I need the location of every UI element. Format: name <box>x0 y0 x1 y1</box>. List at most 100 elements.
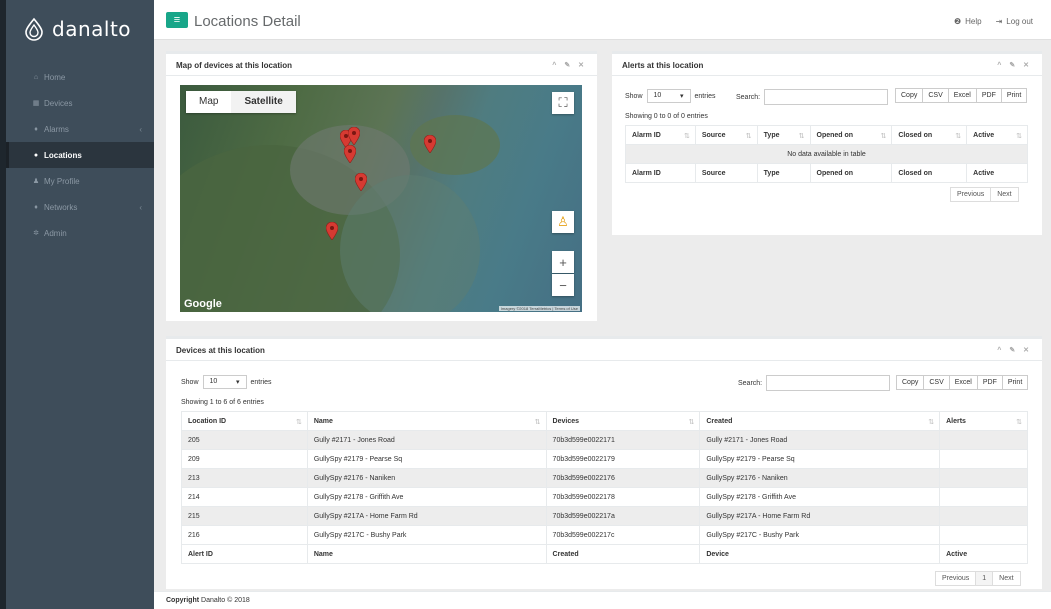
alerts-copy-button[interactable]: Copy <box>895 88 924 103</box>
alerts-pdf-button[interactable]: PDF <box>975 88 1002 103</box>
table-cell: GullySpy #2179 - Pearse Sq <box>306 449 547 469</box>
chevron-left-icon: ‹ <box>139 124 142 134</box>
sort-icon: ⇅ <box>1016 418 1022 426</box>
sort-icon: ⇅ <box>1016 132 1022 140</box>
alerts-footer-column-type: Type <box>756 163 811 183</box>
alerts-footer-column-source: Source <box>694 163 758 183</box>
logout-link[interactable]: ⇥ Log out <box>996 17 1033 26</box>
satellite-map[interactable]: Map Satellite ⛶ ♙ + − Google Imagery ©20… <box>180 85 582 312</box>
alerts-excel-button[interactable]: Excel <box>947 88 977 103</box>
devices-entries-select[interactable]: 10 ▾ <box>202 375 247 389</box>
menu-toggle-button[interactable]: ≡ <box>166 12 188 28</box>
table-row[interactable]: 205 Gully #2171 - Jones Road 70b3d599e0022… <box>181 430 1028 450</box>
sidebar-item-label: Admin <box>44 228 67 238</box>
table-cell: 213 <box>181 468 308 488</box>
alerts-print-button[interactable]: Print <box>1000 88 1028 103</box>
map-marker-icon[interactable] <box>424 135 436 153</box>
sidebar-item-networks[interactable]: ♦ Networks ‹ <box>6 194 154 220</box>
devices-copy-button[interactable]: Copy <box>896 375 925 390</box>
sidebar-item-home[interactable]: ⌂ Home <box>6 64 154 90</box>
zoom-in-button[interactable]: + <box>552 251 574 273</box>
caret-down-icon: ▾ <box>680 93 684 100</box>
devices-search-control: Search: <box>738 375 891 391</box>
table-cell <box>939 525 1028 545</box>
devices-page-1-button[interactable]: 1 <box>975 571 994 586</box>
alerts-panel-title: Alerts at this location ^ ✎ ✕ <box>612 54 1042 76</box>
alerts-column-active[interactable]: Active ⇅ <box>966 125 1028 145</box>
table-row[interactable]: 209 GullySpy #2179 - Pearse Sq 70b3d599e00… <box>181 449 1028 469</box>
alerts-panel: Alerts at this location ^ ✎ ✕ Show 10 ▾ e… <box>612 51 1042 235</box>
sidebar-item-my-profile[interactable]: ♟ My Profile <box>6 168 154 194</box>
devices-pdf-button[interactable]: PDF <box>976 375 1003 390</box>
devices-column-devices[interactable]: Devices ⇅ <box>545 411 701 431</box>
devices-previous-button[interactable]: Previous <box>935 571 977 586</box>
alerts-previous-button[interactable]: Previous <box>950 187 992 202</box>
table-row[interactable]: 216 GullySpy #217C - Bushy Park 70b3d599e0… <box>181 525 1028 545</box>
devices-column-alerts[interactable]: Alerts ⇅ <box>939 411 1028 431</box>
panel-tools-icon[interactable]: ^ ✎ ✕ <box>552 61 587 69</box>
alerts-info: Showing 0 to 0 of 0 entries <box>625 113 708 120</box>
fullscreen-icon: ⛶ <box>558 95 568 110</box>
devices-excel-button[interactable]: Excel <box>948 375 978 390</box>
devices-pagination: Previous 1 Next <box>935 571 1021 586</box>
devices-search-input[interactable] <box>766 375 891 391</box>
alerts-search-input[interactable] <box>764 89 889 105</box>
top-bar: ≡ Locations Detail ❷ Help ⇥ Log out <box>154 0 1051 40</box>
sidebar-item-label: Devices <box>44 98 73 108</box>
table-cell: 209 <box>181 449 308 469</box>
map-marker-icon[interactable] <box>348 127 360 145</box>
brand-logo[interactable]: danalto <box>22 17 131 41</box>
sidebar-item-locations[interactable]: ● Locations <box>6 142 154 168</box>
devices-column-created[interactable]: Created ⇅ <box>699 411 941 431</box>
table-cell: GullySpy #2178 - Griffith Ave <box>306 487 547 507</box>
alerts-next-button[interactable]: Next <box>990 187 1019 202</box>
devices-column-name[interactable]: Name ⇅ <box>306 411 547 431</box>
map-marker-icon[interactable] <box>355 173 367 191</box>
user-icon: ♟ <box>32 178 40 185</box>
question-circle-icon: ❷ <box>953 17 962 26</box>
table-cell: GullySpy #217A - Home Farm Rd <box>699 506 941 526</box>
devices-next-button[interactable]: Next <box>992 571 1021 586</box>
street-view-button[interactable]: ♙ <box>552 211 574 233</box>
alerts-column-type[interactable]: Type ⇅ <box>756 125 811 145</box>
map-marker-icon[interactable] <box>344 145 356 163</box>
map-marker-icon: ● <box>33 151 39 159</box>
alerts-column-opened-on[interactable]: Opened on ⇅ <box>809 125 893 145</box>
alerts-column-alarm-id[interactable]: Alarm ID ⇅ <box>625 125 696 145</box>
panel-tools-icon[interactable]: ^ ✎ ✕ <box>997 61 1032 69</box>
map-panel-title: Map of devices at this location ^ ✎ ✕ <box>166 54 597 76</box>
sidebar-nav: ⌂ Home ▦ Devices ♦ Alarms ‹ ● Locations ♟ My Profi… <box>6 64 154 246</box>
map-marker-icon[interactable] <box>326 222 338 240</box>
alerts-entries-select[interactable]: 10 ▾ <box>646 89 691 103</box>
sort-icon: ⇅ <box>880 132 887 140</box>
table-cell: GullySpy #217A - Home Farm Rd <box>306 506 547 526</box>
map-type-satellite-button[interactable]: Satellite <box>231 91 296 113</box>
sidebar-item-alarms[interactable]: ♦ Alarms ‹ <box>6 116 154 142</box>
alerts-csv-button[interactable]: CSV <box>922 88 949 103</box>
alerts-column-source[interactable]: Source ⇅ <box>694 125 758 145</box>
devices-footer-column-device: Device <box>699 544 941 564</box>
network-icon: ♦ <box>34 203 38 211</box>
sidebar-item-devices[interactable]: ▦ Devices <box>6 90 154 116</box>
devices-csv-button[interactable]: CSV <box>923 375 950 390</box>
zoom-out-button[interactable]: − <box>552 274 574 296</box>
table-row[interactable]: 214 GullySpy #2178 - Griffith Ave 70b3d599… <box>181 487 1028 507</box>
alerts-column-closed-on[interactable]: Closed on ⇅ <box>891 125 968 145</box>
map-type-map-button[interactable]: Map <box>186 91 231 113</box>
table-cell <box>939 506 1028 526</box>
sort-icon: ⇅ <box>534 418 541 426</box>
table-row[interactable]: 213 GullySpy #2176 - Naniken 70b3d599e0022… <box>181 468 1028 488</box>
table-cell: Gully #2171 - Jones Road <box>306 430 547 450</box>
devices-print-button[interactable]: Print <box>1001 375 1029 390</box>
table-cell <box>939 487 1028 507</box>
help-link[interactable]: ❷ Help <box>954 17 982 26</box>
fullscreen-button[interactable]: ⛶ <box>552 92 574 114</box>
table-row[interactable]: 215 GullySpy #217A - Home Farm Rd 70b3d599… <box>181 506 1028 526</box>
table-cell: 70b3d599e002217c <box>545 525 701 545</box>
plus-icon: + <box>559 254 567 270</box>
devices-column-location-id[interactable]: Location ID ⇅ <box>181 411 308 431</box>
sidebar-item-admin[interactable]: ✲ Admin <box>6 220 154 246</box>
table-cell: 70b3d599e0022171 <box>545 430 701 450</box>
map-attribution[interactable]: Imagery ©2018 TerraMetrics | Terms of Us… <box>498 306 580 311</box>
panel-tools-icon[interactable]: ^ ✎ ✕ <box>997 346 1032 354</box>
